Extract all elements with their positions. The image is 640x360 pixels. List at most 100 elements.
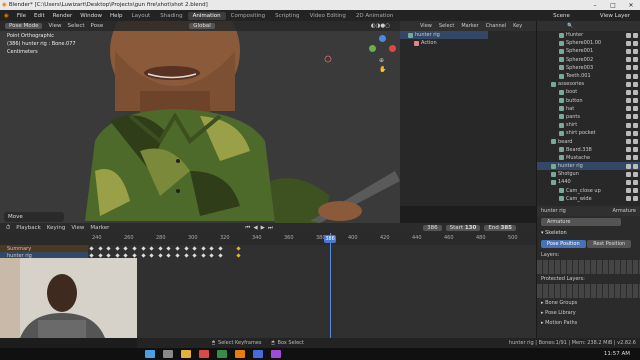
outliner-item[interactable]: Sphere003 bbox=[537, 64, 640, 72]
eye-icon[interactable] bbox=[626, 73, 631, 79]
eye-icon[interactable] bbox=[626, 32, 631, 38]
keyframe-selected[interactable] bbox=[236, 246, 241, 251]
camera-icon[interactable] bbox=[633, 188, 638, 194]
mode-dropdown[interactable]: Pose Mode bbox=[5, 23, 43, 29]
playback-controls-icon[interactable]: ⏮◀▶⏭ bbox=[245, 225, 275, 232]
z-axis-icon[interactable] bbox=[379, 35, 386, 42]
keyframe[interactable] bbox=[218, 246, 223, 251]
zoom-icon[interactable]: ⊕ bbox=[379, 57, 384, 64]
search-icon[interactable] bbox=[163, 350, 173, 358]
eye-icon[interactable] bbox=[626, 65, 631, 71]
camera-icon[interactable] bbox=[633, 179, 638, 185]
tl-menu-view[interactable]: View bbox=[71, 225, 84, 231]
orientation-dropdown[interactable]: Global bbox=[189, 23, 215, 29]
operator-panel-move[interactable]: Move bbox=[4, 212, 64, 222]
blender-menu-icon[interactable]: ◉ bbox=[0, 13, 13, 19]
visibility-toggles[interactable] bbox=[626, 163, 638, 169]
camera-icon[interactable] bbox=[633, 196, 638, 202]
file-explorer-icon[interactable] bbox=[181, 350, 191, 358]
camera-icon[interactable] bbox=[633, 89, 638, 95]
outliner-item[interactable]: Mustache bbox=[537, 154, 640, 162]
view-layer-selector[interactable]: View Layer bbox=[600, 13, 630, 19]
eye-icon[interactable] bbox=[626, 122, 631, 128]
keyframe[interactable] bbox=[106, 253, 111, 258]
visibility-toggles[interactable] bbox=[626, 188, 638, 194]
keyframe[interactable] bbox=[209, 246, 215, 251]
camera-icon[interactable] bbox=[633, 65, 638, 71]
tab-shading[interactable]: Shading bbox=[155, 12, 187, 20]
keyframe[interactable] bbox=[149, 246, 154, 251]
outliner-item[interactable]: Shotgun bbox=[537, 170, 640, 178]
outliner-item[interactable]: 1440 bbox=[537, 178, 640, 186]
outliner-item[interactable]: shirt bbox=[537, 121, 640, 129]
app-icon-2[interactable] bbox=[271, 350, 281, 358]
visibility-toggles[interactable] bbox=[626, 139, 638, 145]
keyframe-area[interactable] bbox=[88, 245, 536, 338]
eye-icon[interactable] bbox=[626, 89, 631, 95]
visibility-toggles[interactable] bbox=[626, 147, 638, 153]
vp-menu-select[interactable]: Select bbox=[68, 23, 85, 29]
eye-icon[interactable] bbox=[626, 155, 631, 161]
camera-icon[interactable] bbox=[633, 114, 638, 120]
end-frame-field[interactable]: End 385 bbox=[484, 225, 516, 231]
visibility-toggles[interactable] bbox=[626, 40, 638, 46]
tl-menu-playback[interactable]: Playback bbox=[16, 225, 41, 231]
visibility-toggles[interactable] bbox=[626, 171, 638, 177]
camera-icon[interactable] bbox=[633, 155, 638, 161]
vp-menu-view[interactable]: View bbox=[48, 23, 61, 29]
eye-icon[interactable] bbox=[626, 57, 631, 63]
camera-icon[interactable] bbox=[633, 139, 638, 145]
keyframe[interactable] bbox=[115, 246, 120, 251]
eye-icon[interactable] bbox=[626, 130, 631, 136]
object-name-field[interactable]: hunter rig bbox=[541, 208, 566, 214]
keyframe[interactable] bbox=[218, 253, 223, 258]
ae-row-action[interactable]: Action bbox=[400, 39, 488, 47]
start-frame-field[interactable]: Start 130 bbox=[445, 225, 481, 231]
visibility-toggles[interactable] bbox=[626, 32, 638, 38]
layers-grid[interactable] bbox=[537, 260, 640, 274]
channel-summary[interactable]: Summary bbox=[0, 245, 88, 252]
motion-paths-section[interactable]: ▸ Motion Paths bbox=[537, 318, 640, 328]
keyframe[interactable] bbox=[183, 246, 189, 251]
keyframe[interactable] bbox=[175, 253, 180, 258]
visibility-toggles[interactable] bbox=[626, 98, 638, 104]
keyframe[interactable] bbox=[106, 246, 111, 251]
eye-icon[interactable] bbox=[626, 106, 631, 112]
action-editor[interactable]: View Select Marker Channel Key hunter ri… bbox=[400, 21, 536, 206]
eye-icon[interactable] bbox=[626, 139, 631, 145]
blender-taskbar-icon[interactable] bbox=[235, 350, 245, 358]
eye-icon[interactable] bbox=[626, 114, 631, 120]
outliner-item[interactable]: button bbox=[537, 97, 640, 105]
tab-animation[interactable]: Animation bbox=[187, 11, 226, 20]
camera-icon[interactable] bbox=[633, 40, 638, 46]
skeleton-section[interactable]: ▾ Skeleton bbox=[537, 228, 640, 238]
keyframe[interactable] bbox=[140, 246, 146, 251]
keyframe[interactable] bbox=[183, 253, 189, 258]
keyframe[interactable] bbox=[158, 253, 163, 258]
camera-icon[interactable] bbox=[633, 81, 638, 87]
pose-position-button[interactable]: Pose Position bbox=[541, 240, 586, 248]
tl-menu-marker[interactable]: Marker bbox=[90, 225, 109, 231]
current-frame-field[interactable]: 386 bbox=[423, 225, 442, 231]
camera-icon[interactable] bbox=[633, 122, 638, 128]
menu-help[interactable]: Help bbox=[106, 13, 127, 19]
visibility-toggles[interactable] bbox=[626, 48, 638, 54]
camera-icon[interactable] bbox=[633, 163, 638, 169]
eye-icon[interactable] bbox=[626, 40, 631, 46]
tab-2d-animation[interactable]: 2D Animation bbox=[351, 12, 399, 20]
outliner-item[interactable]: hunter rig bbox=[537, 162, 640, 171]
chrome-icon[interactable] bbox=[217, 350, 227, 358]
playhead[interactable] bbox=[330, 233, 331, 338]
camera-icon[interactable] bbox=[633, 57, 638, 63]
camera-icon[interactable] bbox=[633, 48, 638, 54]
keyframe[interactable] bbox=[132, 253, 137, 258]
scene-selector[interactable]: Scene bbox=[553, 13, 570, 19]
tl-menu-keying[interactable]: Keying bbox=[47, 225, 65, 231]
camera-icon[interactable] bbox=[633, 32, 638, 38]
properties-editor[interactable]: hunter rig Armature Armature ▾ Skeleton … bbox=[536, 206, 640, 338]
visibility-toggles[interactable] bbox=[626, 155, 638, 161]
eye-icon[interactable] bbox=[626, 188, 631, 194]
rest-position-button[interactable]: Rest Position bbox=[587, 240, 632, 248]
keyframe[interactable] bbox=[115, 253, 120, 258]
ae-menu-select[interactable]: Select bbox=[439, 23, 454, 29]
